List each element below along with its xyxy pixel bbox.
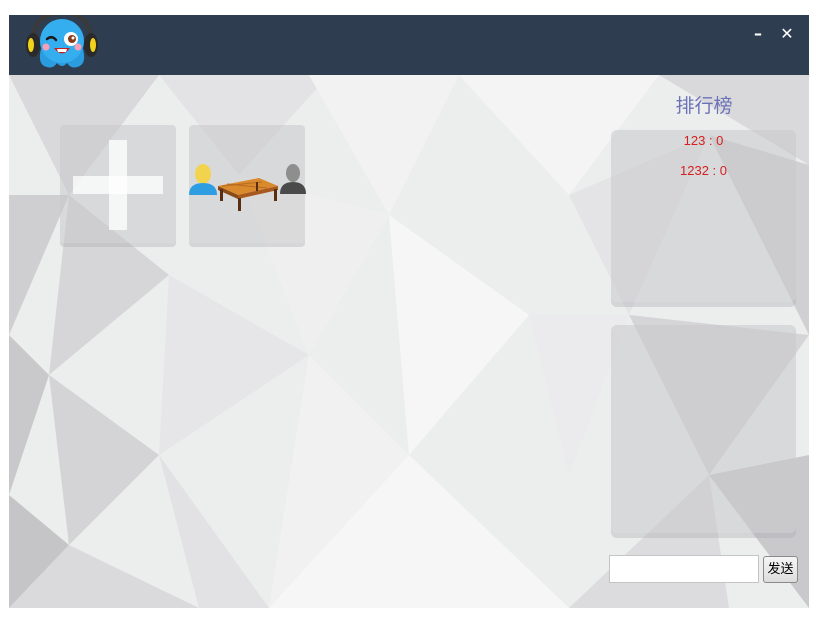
minimize-button[interactable]: – <box>749 25 767 43</box>
wooden-table-icon <box>218 178 278 211</box>
leaderboard-panel: 123 : 0 1232 : 0 <box>611 130 796 302</box>
close-button[interactable]: ✕ <box>778 25 796 43</box>
title-bar[interactable]: – ✕ <box>9 15 809 75</box>
create-table-tile[interactable] <box>60 125 176 243</box>
yellow-player-icon[interactable] <box>189 164 217 195</box>
game-table-tile[interactable] <box>189 125 306 243</box>
grey-player-icon[interactable] <box>280 164 306 194</box>
leaderboard-title: 排行榜 <box>675 95 733 117</box>
chat-input[interactable] <box>609 555 759 583</box>
leaderboard-entry: 1232 : 0 <box>680 163 727 178</box>
app-window: – ✕ 排行榜 123: 0 1232: 0 发送 <box>9 15 809 608</box>
main-area: 排行榜 123 : 0 1232 : 0 发送 <box>9 75 809 608</box>
send-button[interactable]: 发送 <box>763 556 798 583</box>
leaderboard-entry: 123 : 0 <box>683 133 724 148</box>
chat-messages-panel <box>611 325 796 533</box>
mascot-logo-icon <box>26 15 98 68</box>
game-table-icon <box>189 164 306 211</box>
